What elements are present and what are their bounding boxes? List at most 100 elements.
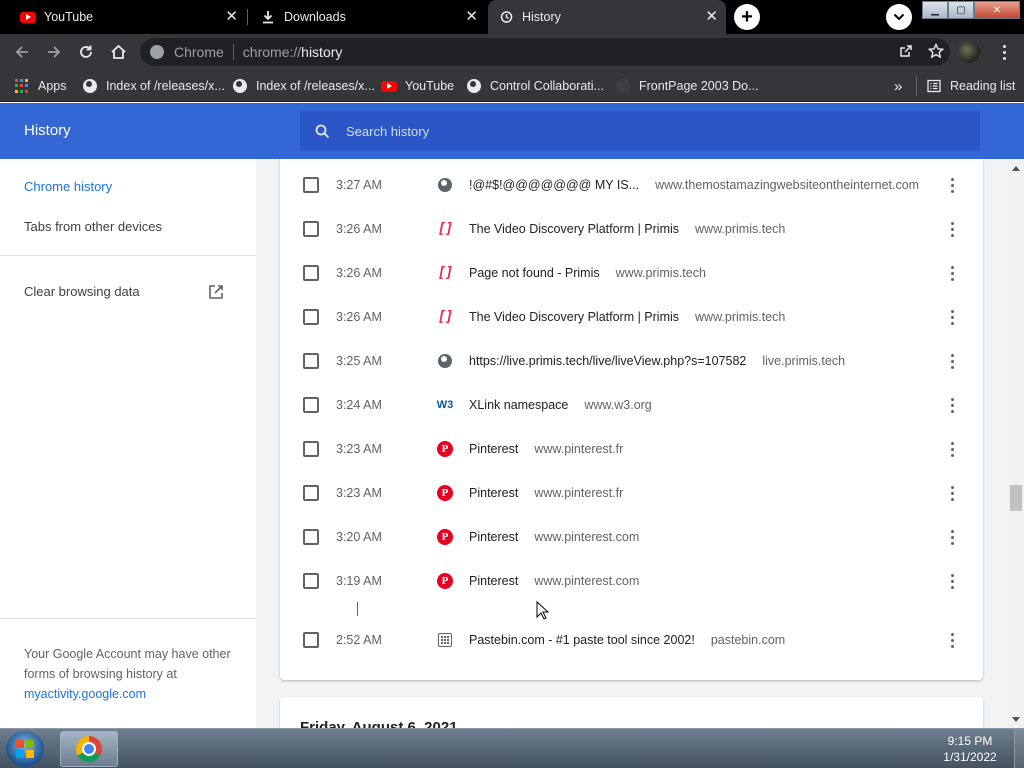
history-entry-title[interactable]: Pinterest	[469, 486, 518, 500]
bookmark-apps[interactable]: Apps	[14, 76, 67, 96]
sidebar-item-chrome-history[interactable]: Chrome history	[24, 179, 112, 194]
history-row[interactable]: 3:26 AM [] The Video Discovery Platform | …	[280, 295, 983, 339]
visit-time: 3:26 AM	[336, 266, 382, 280]
row-menu-button[interactable]	[944, 439, 960, 459]
history-row[interactable]: 3:23 AM P Pinterest www.pinterest.fr	[280, 471, 983, 515]
row-checkbox[interactable]	[303, 632, 319, 648]
row-checkbox[interactable]	[303, 485, 319, 501]
sidebar-item-tabs-other-devices[interactable]: Tabs from other devices	[24, 219, 162, 234]
open-in-new-icon[interactable]	[208, 284, 224, 303]
bookmark-index-releases-1[interactable]: Index of /releases/x...	[82, 76, 225, 96]
taskbar-chrome-button[interactable]	[60, 731, 118, 767]
search-history-box[interactable]	[300, 111, 980, 151]
clock-date: 1/31/2022	[943, 750, 997, 764]
close-tab-icon[interactable]: ✕	[705, 9, 718, 25]
tab-search-button[interactable]	[886, 4, 912, 30]
youtube-icon	[20, 9, 36, 25]
history-row[interactable]: 3:25 AM https://live.primis.tech/live/liv…	[280, 339, 983, 383]
reload-button[interactable]	[74, 40, 98, 64]
history-row[interactable]: 3:23 AM P Pinterest www.pinterest.fr	[280, 427, 983, 471]
row-menu-button[interactable]	[944, 395, 960, 415]
history-entry-title[interactable]: https://live.primis.tech/live/liveView.p…	[469, 354, 746, 368]
bookmark-youtube[interactable]: YouTube	[381, 76, 454, 96]
tab-history[interactable]: History ✕	[488, 0, 726, 34]
history-row[interactable]: 3:26 AM [] The Video Discovery Platform | …	[280, 207, 983, 251]
row-menu-button[interactable]	[944, 263, 960, 283]
history-entry-title[interactable]: !@#$!@@@@@@@ MY IS...	[469, 178, 639, 192]
history-icon	[498, 9, 514, 25]
home-button[interactable]	[106, 40, 130, 64]
forward-button[interactable]	[42, 40, 66, 64]
history-entry-title[interactable]: Pinterest	[469, 530, 518, 544]
row-checkbox[interactable]	[303, 177, 319, 193]
page-scrollbar[interactable]	[1008, 159, 1024, 728]
bookmarks-overflow-button[interactable]: »	[894, 76, 902, 96]
row-menu-button[interactable]	[944, 175, 960, 195]
chrome-menu-button[interactable]	[994, 42, 1014, 62]
close-window-button[interactable]: ✕	[974, 1, 1020, 19]
reading-list-button[interactable]: Reading list	[926, 76, 1015, 96]
new-tab-button[interactable]: +	[734, 4, 760, 30]
apps-grid-icon	[14, 78, 30, 94]
minimize-button[interactable]: ▁	[922, 1, 948, 19]
bookmark-label: FrontPage 2003 Do...	[639, 79, 759, 93]
chrome-site-icon	[150, 45, 164, 59]
close-tab-icon[interactable]: ✕	[465, 9, 478, 25]
row-menu-button[interactable]	[944, 527, 960, 547]
profile-avatar[interactable]	[958, 41, 980, 63]
back-button[interactable]	[10, 40, 34, 64]
history-row[interactable]: 3:27 AM !@#$!@@@@@@@ MY IS... www.themosta…	[280, 163, 983, 207]
tab-downloads[interactable]: Downloads ✕	[250, 0, 486, 34]
search-input[interactable]	[346, 123, 946, 139]
row-checkbox[interactable]	[303, 529, 319, 545]
bookmark-frontpage[interactable]: FrontPage 2003 Do...	[615, 76, 759, 96]
history-row[interactable]: 2:52 AM Pastebin.com - #1 paste tool sinc…	[280, 618, 983, 662]
history-entry-domain: www.primis.tech	[615, 266, 706, 280]
sidebar-divider	[0, 255, 256, 256]
row-menu-button[interactable]	[944, 483, 960, 503]
myactivity-link[interactable]: myactivity.google.com	[24, 687, 146, 701]
row-menu-button[interactable]	[944, 219, 960, 239]
scroll-down-arrow-icon[interactable]	[1008, 712, 1024, 726]
history-entry-title[interactable]: Pinterest	[469, 574, 518, 588]
row-checkbox[interactable]	[303, 397, 319, 413]
scrollbar-thumb[interactable]	[1010, 485, 1022, 511]
history-entry-title[interactable]: The Video Discovery Platform | Primis	[469, 310, 679, 324]
history-entry-title[interactable]: XLink namespace	[469, 398, 568, 412]
row-menu-button[interactable]	[944, 630, 960, 650]
browser-toolbar: Chrome chrome://history	[0, 34, 1024, 70]
tab-youtube[interactable]: YouTube ✕	[10, 0, 246, 34]
star-icon[interactable]	[927, 42, 945, 62]
history-entry-domain: www.primis.tech	[695, 222, 786, 236]
address-bar[interactable]: Chrome chrome://history	[140, 38, 950, 66]
close-tab-icon[interactable]: ✕	[225, 9, 238, 25]
row-menu-button[interactable]	[944, 351, 960, 371]
row-checkbox[interactable]	[303, 353, 319, 369]
row-checkbox[interactable]	[303, 573, 319, 589]
history-row[interactable]: 3:20 AM P Pinterest www.pinterest.com	[280, 515, 983, 559]
maximize-button[interactable]: ▢	[948, 1, 974, 19]
row-checkbox[interactable]	[303, 309, 319, 325]
history-row[interactable]: 3:19 AM P Pinterest www.pinterest.com	[280, 559, 983, 603]
row-checkbox[interactable]	[303, 221, 319, 237]
history-row[interactable]: 3:26 AM [] Page not found - Primis www.prim…	[280, 251, 983, 295]
history-entry-title[interactable]: The Video Discovery Platform | Primis	[469, 222, 679, 236]
history-row[interactable]: 3:24 AM W3 XLink namespace www.w3.org	[280, 383, 983, 427]
history-entry-title[interactable]: Pinterest	[469, 442, 518, 456]
bookmark-index-releases-2[interactable]: Index of /releases/x...	[232, 76, 375, 96]
pinterest-icon: P	[437, 441, 453, 457]
share-icon[interactable]	[898, 43, 914, 62]
row-checkbox[interactable]	[303, 265, 319, 281]
scroll-up-arrow-icon[interactable]	[1008, 161, 1024, 175]
row-menu-button[interactable]	[944, 307, 960, 327]
show-desktop-button[interactable]	[1014, 729, 1024, 768]
row-menu-button[interactable]	[944, 571, 960, 591]
start-button[interactable]	[6, 731, 44, 767]
system-clock[interactable]: 9:15 PM 1/31/2022	[930, 733, 1010, 765]
history-entry-title[interactable]: Page not found - Primis	[469, 266, 600, 280]
sidebar-footer: Your Google Account may have other forms…	[24, 644, 244, 704]
bookmark-control-collaboration[interactable]: Control Collaborati...	[466, 76, 604, 96]
sidebar-item-clear-browsing-data[interactable]: Clear browsing data	[24, 284, 140, 299]
row-checkbox[interactable]	[303, 441, 319, 457]
history-entry-title[interactable]: Pastebin.com - #1 paste tool since 2002!	[469, 633, 695, 647]
